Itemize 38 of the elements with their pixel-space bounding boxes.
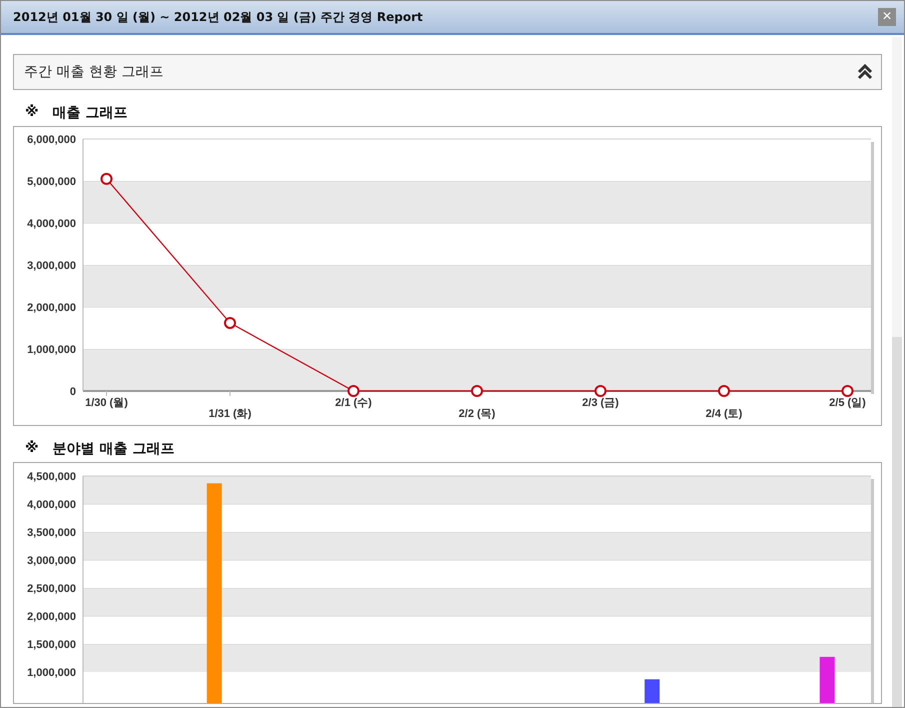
axis-label: 3,000,000 — [27, 260, 76, 272]
axis-label: 2/5 (일) — [829, 397, 866, 409]
axis-label: 6,000,000 — [27, 134, 76, 146]
axis-label: 1,000,000 — [27, 667, 76, 679]
axis-label: 1/31 (화) — [208, 408, 252, 420]
axis-label: 2,500,000 — [27, 583, 76, 595]
axis-label: 1/30 (월) — [85, 397, 128, 409]
note-mark: ※ — [25, 440, 39, 458]
scrollbar[interactable] — [892, 37, 902, 707]
chart-title: 분야별 매출 그래프 — [52, 440, 174, 458]
axis-label: 3,500,000 — [27, 527, 76, 539]
note-mark: ※ — [25, 104, 39, 122]
axis-label: 5,000,000 — [27, 176, 76, 188]
axis-label: 4,500,000 — [27, 471, 76, 483]
data-point — [842, 385, 854, 397]
axis-label: 2/1 (수) — [335, 397, 372, 409]
chart-title: 매출 그래프 — [52, 104, 128, 122]
section-title: 주간 매출 현황 그래프 — [24, 63, 164, 81]
axis-label: 1,500,000 — [27, 639, 76, 651]
data-point — [348, 385, 360, 397]
axis-label: 2,000,000 — [27, 302, 76, 314]
window-title: 2012년 01월 30 일 (월) ~ 2012년 02월 03 일 (금) 주간 경영 Report — [13, 8, 423, 26]
axis-label: 2/4 (토) — [706, 408, 742, 420]
data-point — [594, 385, 606, 397]
data-point — [100, 172, 112, 185]
axis-label: 3,000,000 — [27, 555, 76, 567]
axis-label: 2,000,000 — [27, 611, 76, 623]
collapse-icon[interactable] — [857, 64, 873, 80]
axis-label: 4,000,000 — [27, 218, 76, 230]
data-point — [224, 316, 236, 329]
axis-label: 2/3 (금) — [582, 397, 619, 409]
axis-label: 2/2 (목) — [458, 408, 496, 420]
data-point — [718, 385, 730, 397]
data-point — [471, 385, 483, 397]
close-button[interactable]: × — [878, 8, 896, 26]
axis-label: 0 — [70, 386, 76, 398]
axis-label: 4,000,000 — [27, 499, 76, 511]
axis-label: 1,000,000 — [27, 344, 76, 356]
